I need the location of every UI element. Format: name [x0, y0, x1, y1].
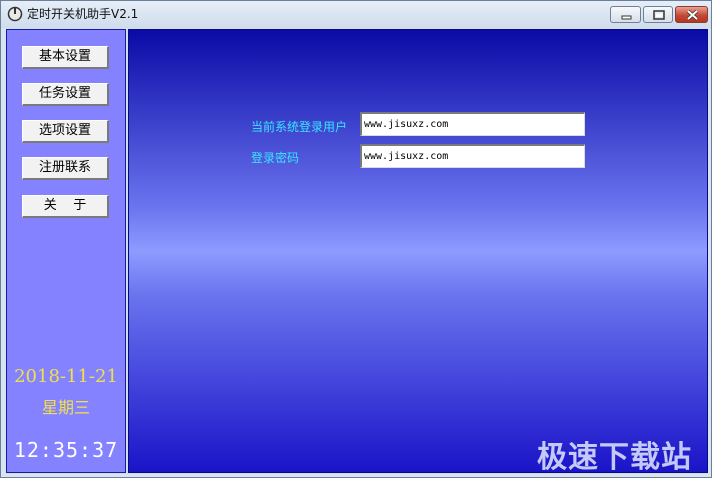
main-panel: 当前系统登录用户 登录密码 极速下载站 [128, 29, 708, 475]
close-icon [686, 9, 699, 21]
current-weekday: 星期三 [41, 398, 90, 417]
basic-settings-button[interactable]: 基本设置 [22, 46, 109, 69]
login-password-label: 登录密码 [251, 151, 300, 165]
maximize-icon [653, 10, 665, 20]
close-button[interactable] [675, 6, 708, 23]
maximize-button[interactable] [643, 6, 673, 23]
current-date: 2018-11-21 [14, 366, 118, 387]
minimize-icon [621, 15, 632, 20]
register-contact-button[interactable]: 注册联系 [22, 157, 109, 180]
client-area: 基本设置 任务设置 选项设置 注册联系 关 于 2018-11-21 星期三 1… [6, 28, 708, 475]
window-title: 定时开关机助手V2.1 [27, 7, 139, 21]
current-time: 12:35:37 [13, 438, 119, 462]
power-clock-icon [7, 6, 23, 22]
option-settings-button[interactable]: 选项设置 [22, 120, 109, 143]
task-settings-button[interactable]: 任务设置 [22, 83, 109, 106]
app-window: 定时开关机助手V2.1 基本设置 任务设置 选项设置 注册联系 关 于 2018… [0, 0, 712, 478]
title-bar[interactable]: 定时开关机助手V2.1 [1, 1, 711, 28]
about-button[interactable]: 关 于 [22, 195, 109, 218]
login-password-input[interactable] [360, 144, 585, 168]
login-user-input[interactable] [360, 112, 585, 136]
login-user-label: 当前系统登录用户 [251, 120, 348, 134]
watermark-text: 极速下载站 [537, 440, 692, 475]
sidebar: 基本设置 任务设置 选项设置 注册联系 关 于 2018-11-21 星期三 1… [6, 29, 126, 473]
minimize-button[interactable] [610, 6, 641, 23]
